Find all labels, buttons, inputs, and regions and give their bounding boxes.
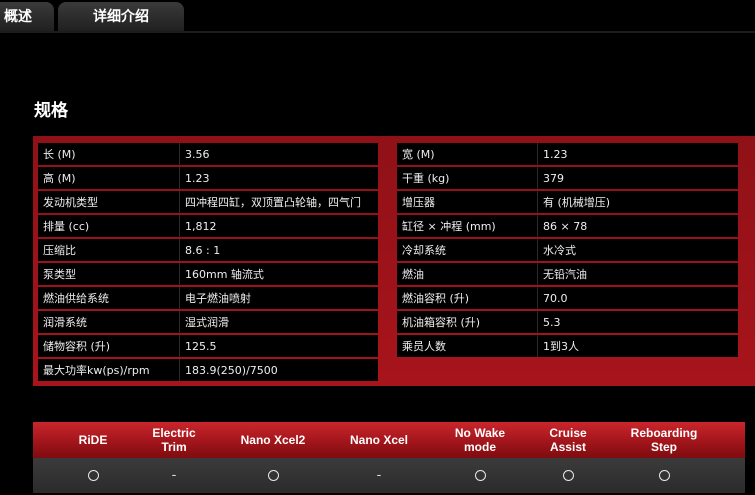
spec-label: 润滑系统	[38, 311, 180, 333]
spec-label: 排量 (cc)	[38, 215, 180, 237]
spec-value: 70.0	[538, 287, 738, 309]
spec-row: 乘员人数 1到3人	[397, 335, 738, 357]
spec-row: 发动机类型 四冲程四缸，双顶置凸轮轴，四气门	[38, 191, 378, 213]
spec-row: 压缩比 8.6 : 1	[38, 239, 378, 261]
spec-label: 燃油容积 (升)	[397, 287, 538, 309]
spec-value: 8.6 : 1	[180, 239, 378, 261]
spec-row: 长 (M) 3.56	[38, 143, 378, 165]
spec-value: 160mm 轴流式	[180, 263, 378, 285]
spec-label: 长 (M)	[38, 143, 180, 165]
spec-value: 1.23	[538, 143, 738, 165]
spec-label: 发动机类型	[38, 191, 180, 213]
circle-icon	[562, 470, 574, 481]
spec-label: 增压器	[397, 191, 538, 213]
tab-overview[interactable]: 概述	[0, 2, 54, 32]
spec-table-right: 宽 (M) 1.23 干重 (kg) 379 增压器有 (机械增压) 缸径 × 冲程…	[397, 141, 738, 359]
spec-table-left: 长 (M) 3.56 高 (M) 1.23 发动机类型 四冲程四缸，双顶置凸轮轴，四气…	[38, 141, 378, 383]
spec-row: 最大功率kw(ps)/rpm 183.9(250)/7500	[38, 359, 378, 381]
feature-values-row: - -	[33, 458, 745, 493]
spec-value: 水冷式	[538, 239, 738, 261]
spec-value: 1,812	[180, 215, 378, 237]
spec-value: 379	[538, 167, 738, 189]
spec-panel: 长 (M) 3.56 高 (M) 1.23 发动机类型 四冲程四缸，双顶置凸轮轴，四气…	[33, 136, 755, 386]
spec-row: 燃油容积 (升) 70.0	[397, 287, 738, 309]
spec-label: 高 (M)	[38, 167, 180, 189]
feature-available	[548, 458, 588, 493]
spec-row: 储物容积 (升) 125.5	[38, 335, 378, 357]
spec-label: 乘员人数	[397, 335, 538, 357]
feature-name: Nano Xcel2	[240, 433, 306, 447]
tab-details-label: 详细介绍	[93, 9, 149, 25]
feature-available	[460, 458, 500, 493]
spec-row: 排量 (cc) 1,812	[38, 215, 378, 237]
spec-value: 四冲程四缸，双顶置凸轮轴，四气门	[180, 191, 378, 213]
spec-value: 1.23	[180, 167, 378, 189]
spec-label: 宽 (M)	[397, 143, 538, 165]
spec-value: 湿式润滑	[180, 311, 378, 333]
feature-name: Reboarding Step	[630, 426, 698, 454]
spec-value: 86 × 78	[538, 215, 738, 237]
feature-available	[644, 458, 684, 493]
tab-details[interactable]: 详细介绍	[58, 2, 184, 32]
spec-label: 燃油	[397, 263, 538, 285]
section-title: 规格	[34, 101, 68, 121]
circle-icon	[658, 470, 670, 481]
spec-label: 干重 (kg)	[397, 167, 538, 189]
spec-value: 125.5	[180, 335, 378, 357]
tab-underline	[0, 31, 755, 33]
spec-row: 燃油 无铅汽油	[397, 263, 738, 285]
spec-row: 干重 (kg) 379	[397, 167, 738, 189]
spec-label: 压缩比	[38, 239, 180, 261]
tab-bar: 概述 详细介绍	[0, 0, 755, 33]
spec-value: 5.3	[538, 311, 738, 333]
spec-row: 机油箱容积 (升) 5.3	[397, 311, 738, 333]
spec-label: 机油箱容积 (升)	[397, 311, 538, 333]
circle-icon	[87, 470, 99, 481]
spec-row: 润滑系统 湿式润滑	[38, 311, 378, 333]
feature-available	[253, 458, 293, 493]
spec-value: 183.9(250)/7500	[180, 359, 378, 381]
spec-value: 电子燃油喷射	[180, 287, 378, 309]
tab-overview-label: 概述	[4, 9, 32, 25]
spec-label: 储物容积 (升)	[38, 335, 180, 357]
spec-row: 高 (M) 1.23	[38, 167, 378, 189]
spec-value: 1到3人	[538, 335, 738, 357]
spec-label: 缸径 × 冲程 (mm)	[397, 215, 538, 237]
spec-label: 燃油供给系统	[38, 287, 180, 309]
spec-row: 增压器有 (机械增压)	[397, 191, 738, 213]
spec-label: 泵类型	[38, 263, 180, 285]
feature-unavailable: -	[171, 468, 177, 483]
circle-icon	[267, 470, 279, 481]
spec-label: 冷却系统	[397, 239, 538, 261]
spec-value: 无铅汽油	[538, 263, 738, 285]
spec-row: 泵类型 160mm 轴流式	[38, 263, 378, 285]
feature-unavailable: -	[376, 468, 382, 483]
spec-label: 最大功率kw(ps)/rpm	[38, 359, 180, 381]
spec-value: 3.56	[180, 143, 378, 165]
feature-header: RiDE Electric Trim Nano Xcel2 Nano Xcel …	[33, 422, 745, 458]
circle-icon	[474, 470, 486, 481]
spec-row: 燃油供给系统 电子燃油喷射	[38, 287, 378, 309]
spec-row: 缸径 × 冲程 (mm) 86 × 78	[397, 215, 738, 237]
feature-available	[73, 458, 113, 493]
spec-value: 有 (机械增压)	[538, 191, 738, 213]
spec-row: 宽 (M) 1.23	[397, 143, 738, 165]
spec-row: 冷却系统 水冷式	[397, 239, 738, 261]
